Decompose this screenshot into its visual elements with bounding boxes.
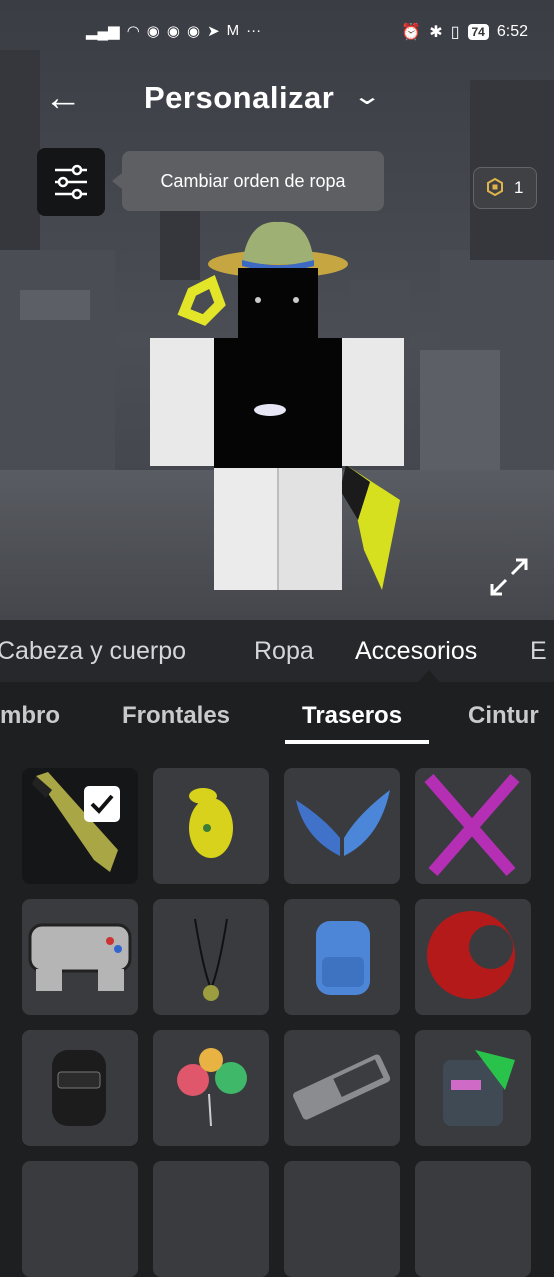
- clothing-order-button[interactable]: [37, 148, 105, 216]
- mask-icon: [443, 1050, 515, 1126]
- active-tab-pointer: [418, 670, 440, 682]
- list-item[interactable]: [153, 1161, 269, 1277]
- discord-icon: ◉: [186, 23, 201, 40]
- keyboard-icon: [293, 1054, 391, 1120]
- sword-icon: [32, 772, 118, 872]
- tooltip: Cambiar orden de ropa: [112, 151, 384, 211]
- check-icon: [90, 794, 114, 814]
- heart-balloons-item[interactable]: [153, 1030, 269, 1146]
- keyboard-item[interactable]: [284, 1030, 400, 1146]
- nike-backpack-item[interactable]: [284, 899, 400, 1015]
- vans-backpack-item[interactable]: [22, 1030, 138, 1146]
- discord-icon: ◉: [166, 23, 180, 40]
- robux-balance[interactable]: 1: [473, 167, 537, 209]
- tab-back[interactable]: Traseros: [302, 702, 402, 730]
- crossed-swords-icon: [424, 774, 520, 876]
- frog-icon: [189, 788, 233, 858]
- robux-icon: [487, 178, 503, 196]
- wifi-icon: ◠: [126, 23, 140, 40]
- necklace-icon: [194, 918, 228, 1001]
- list-item[interactable]: [415, 1161, 531, 1277]
- pink-crossed-swords-item[interactable]: [415, 768, 531, 884]
- game-controller-item[interactable]: [22, 899, 138, 1015]
- bluetooth-icon: ✱: [429, 24, 443, 41]
- sliders-icon: [55, 164, 87, 200]
- medal-necklace-item[interactable]: [153, 899, 269, 1015]
- robot-mask-item[interactable]: [415, 1030, 531, 1146]
- robux-count: 1: [514, 178, 524, 197]
- subcategory-tabs: mbro Frontales Traseros Cintur: [0, 682, 554, 746]
- header: ← Personalizar ⌄: [0, 76, 554, 122]
- tab-clothing[interactable]: Ropa: [254, 637, 314, 666]
- red-disc-item[interactable]: [415, 899, 531, 1015]
- backpack-icon: [316, 921, 370, 995]
- avatar-model: [150, 221, 404, 590]
- tab-front[interactable]: Frontales: [122, 702, 230, 730]
- disc-icon: [427, 911, 515, 999]
- tab-shoulder[interactable]: mbro: [0, 702, 60, 730]
- wings-icon: [296, 790, 390, 856]
- tab-waist[interactable]: Cintur: [468, 702, 539, 730]
- more-icon: ···: [246, 22, 262, 39]
- status-bar: ▂▄▆ ◠ ◉ ◉ ◉ ➤ M ··· ⏰ ✱ ▯ 74 6:52: [0, 18, 554, 52]
- list-item[interactable]: [284, 1161, 400, 1277]
- gmail-icon: M: [226, 22, 240, 39]
- alarm-icon: ⏰: [401, 24, 422, 41]
- balloons-icon: [177, 1048, 247, 1127]
- tab-accessories[interactable]: Accesorios: [355, 637, 477, 666]
- tab-emotes[interactable]: E: [530, 637, 547, 666]
- back-arrow-icon[interactable]: ←: [44, 78, 82, 118]
- tab-head-body[interactable]: Cabeza y cuerpo: [0, 637, 186, 666]
- vibrate-icon: ▯: [450, 24, 460, 41]
- checkbox-checked[interactable]: [84, 786, 120, 822]
- telegram-icon: ➤: [207, 23, 220, 40]
- blue-wings-back-item[interactable]: [284, 768, 400, 884]
- category-tabs: Cabeza y cuerpo Ropa Accesorios E: [0, 620, 554, 682]
- backpack-icon: [52, 1050, 106, 1126]
- yellow-sword-back-item[interactable]: [22, 768, 138, 884]
- list-item[interactable]: [22, 1161, 138, 1277]
- chevron-down-icon[interactable]: ⌄: [352, 82, 382, 111]
- discord-icon: ◉: [146, 23, 160, 40]
- active-tab-underline: [285, 740, 429, 744]
- expand-icon[interactable]: [488, 556, 530, 598]
- yellow-frog-back-item[interactable]: [153, 768, 269, 884]
- controller-icon: [28, 923, 132, 991]
- signal-icon: ▂▄▆: [86, 23, 120, 40]
- clock: 6:52: [496, 23, 528, 40]
- page-title[interactable]: Personalizar: [144, 80, 334, 116]
- battery-indicator: 74: [467, 24, 489, 40]
